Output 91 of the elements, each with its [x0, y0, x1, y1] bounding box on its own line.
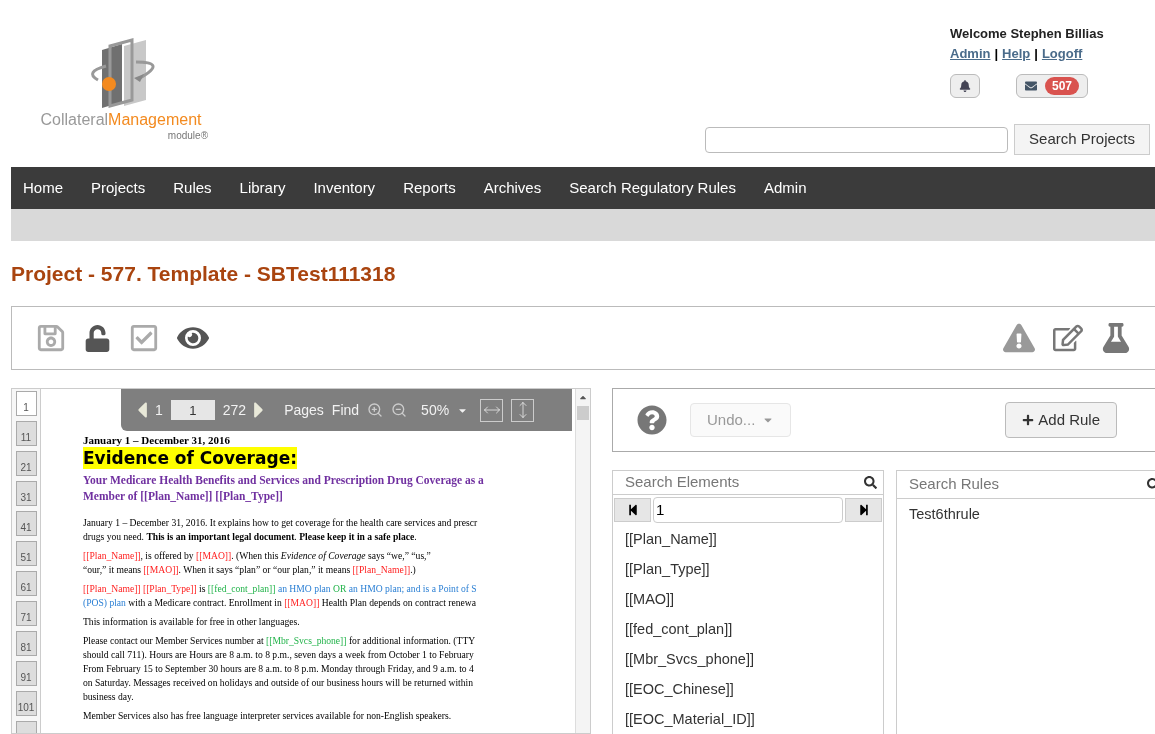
page-thumbnail[interactable]: 61 — [15, 571, 37, 596]
logo-text: Management — [108, 112, 202, 128]
scrollbar-thumb[interactable] — [577, 406, 589, 420]
fit-height-button[interactable] — [511, 398, 535, 422]
help-icon[interactable] — [637, 405, 667, 435]
element-item[interactable]: [[Plan_Type]] — [625, 554, 883, 585]
element-item[interactable]: [[Plan_Name]] — [625, 524, 883, 555]
plus-icon — [1022, 414, 1035, 426]
edit-icon[interactable] — [1053, 323, 1083, 353]
document-subtitle: Member of [[Plan_Name]] [[Plan_Type]] — [83, 489, 284, 504]
nav-link[interactable]: Library — [239, 176, 286, 200]
nav-link[interactable]: Admin — [763, 176, 807, 200]
zoom-out-icon[interactable] — [391, 402, 408, 418]
bell-icon — [959, 80, 971, 92]
element-page-field[interactable]: 1 — [653, 496, 843, 523]
page-thumbnail[interactable]: 91 — [15, 661, 37, 686]
first-element-button[interactable] — [614, 497, 651, 522]
document-line: This information is available for free in other languages. — [83, 615, 301, 629]
link-separator: | — [1034, 44, 1038, 63]
page-thumbnail[interactable]: 81 — [15, 631, 37, 656]
user-link[interactable]: Help — [1002, 43, 1031, 63]
message-count-badge: 507 — [1045, 77, 1080, 95]
document-line: Member Services also has free language interpreter services available for non-English speakers. — [83, 709, 453, 723]
page-number-field[interactable]: 1 — [170, 400, 215, 420]
search-rules-field[interactable]: Search Rules — [909, 473, 1147, 496]
link-separator: | — [994, 44, 999, 63]
document-line: business day. — [83, 690, 135, 704]
fit-width-button[interactable] — [480, 398, 504, 422]
nav-link[interactable]: Reports — [403, 176, 456, 200]
warning-icon[interactable] — [1003, 322, 1035, 354]
unlock-icon[interactable] — [84, 324, 111, 352]
user-link[interactable]: Logoff — [1041, 43, 1083, 63]
element-item[interactable]: [[fed_cont_plan]] — [625, 614, 883, 645]
page-count: 272 — [222, 400, 247, 420]
document-line: should call 711). Hours are Hours are 8 a.m. to 8 p.m., seven days a week from October 1 to February — [83, 648, 475, 662]
document-line: drugs you need. This is an important legal document. Please keep it in a safe place. — [83, 530, 418, 544]
welcome-text: Welcome Stephen Billias — [950, 25, 1105, 43]
scrollbar[interactable] — [575, 389, 590, 733]
project-search-field[interactable] — [705, 126, 1009, 153]
document-line: From February 15 to September 30 hours are 8 a.m. to 8 p.m. Monday through Friday, and 9 a.m. to 4 — [83, 662, 475, 676]
user-link[interactable]: Admin — [950, 43, 991, 63]
find-button[interactable]: Find — [331, 399, 360, 421]
rule-item[interactable]: Test6thrule — [909, 503, 1155, 527]
document-title: Evidence of Coverage: — [83, 447, 297, 469]
nav-link[interactable]: Projects — [91, 176, 146, 200]
page-thumbnail[interactable]: 101 — [15, 691, 37, 716]
checkbox-icon[interactable] — [129, 323, 159, 353]
pages-button[interactable]: Pages — [284, 399, 324, 421]
page-thumbnail[interactable]: 31 — [15, 481, 37, 506]
document-subtitle: Your Medicare Health Benefits and Services and Prescription Drug Coverage as a — [83, 473, 485, 488]
element-item[interactable]: [[EOC_Material_ID]] — [625, 704, 883, 734]
save-icon[interactable] — [36, 323, 66, 353]
skip-back-icon — [626, 503, 639, 516]
page-thumbnail[interactable]: 21 — [15, 451, 37, 476]
add-rule-button[interactable]: Add Rule — [1005, 402, 1117, 438]
messages-button[interactable]: 507 — [1016, 74, 1089, 98]
document-line: Please contact our Member Services number at [[Mbr_Svcs_phone]] for additional information. (TTY — [83, 634, 477, 648]
search-elements-field[interactable]: Search Elements — [625, 471, 864, 494]
notifications-button[interactable] — [950, 74, 980, 98]
page-title: Project - 577. Template - SBTest111318 — [11, 261, 397, 287]
page-thumbnail[interactable]: 51 — [15, 541, 37, 566]
document-line: on Saturday. Messages received on holidays and outside of our business hours will be returned within — [83, 676, 474, 690]
zoom-in-icon[interactable] — [367, 402, 384, 418]
nav-link[interactable]: Inventory — [313, 176, 376, 200]
page-thumbnail[interactable]: 71 — [15, 601, 37, 626]
envelope-icon — [1025, 80, 1037, 92]
document-line: [[Plan_Name]] [[Plan_Type]] is [[fed_cont_plan]] an HMO plan OR an HMO plan; and is a Point of S — [83, 582, 478, 596]
page-thumbnail[interactable]: 11 — [15, 421, 37, 446]
search-projects-button[interactable]: Search Projects — [1014, 124, 1150, 155]
search-icon[interactable] — [864, 475, 877, 489]
nav-link[interactable]: Rules — [173, 176, 212, 200]
nav-link[interactable]: Search Regulatory Rules — [569, 176, 736, 200]
logo-text: Collateral — [40, 112, 109, 128]
nav-link[interactable]: Archives — [483, 176, 542, 200]
element-item[interactable]: [[MAO]] — [625, 584, 883, 615]
document-line: January 1 – December 31, 2016. It explains how to get coverage for the health care services and prescr — [83, 516, 479, 530]
element-item[interactable]: [[EOC_Chinese]] — [625, 674, 883, 705]
nav-link[interactable]: Home — [23, 176, 63, 200]
page-thumbnail[interactable]: 41 — [15, 511, 37, 536]
document-date: January 1 – December 31, 2016 — [83, 435, 232, 446]
last-element-button[interactable] — [845, 497, 882, 522]
logo-subtitle: module® — [167, 129, 208, 143]
document-line: (POS) plan with a Medicare contract. Enrollment in [[MAO]] Health Plan depends on contract renewa — [83, 596, 477, 610]
document-line: “our,” it means [[MAO]]. When it says “plan” or “our plan,” it means [[Plan_Name]].) — [83, 563, 417, 577]
skip-forward-icon — [857, 503, 870, 516]
first-page-number: 1 — [155, 400, 163, 420]
flask-icon[interactable] — [1101, 323, 1131, 353]
page-thumbnail[interactable]: 1 — [15, 391, 37, 416]
document-line: [[Plan_Name]], is offered by [[MAO]]. (When this Evidence of Coverage says “we,” “us,” — [83, 549, 432, 563]
element-item[interactable]: [[Mbr_Svcs_phone]] — [625, 644, 883, 675]
zoom-dropdown[interactable]: 50% — [421, 399, 469, 421]
